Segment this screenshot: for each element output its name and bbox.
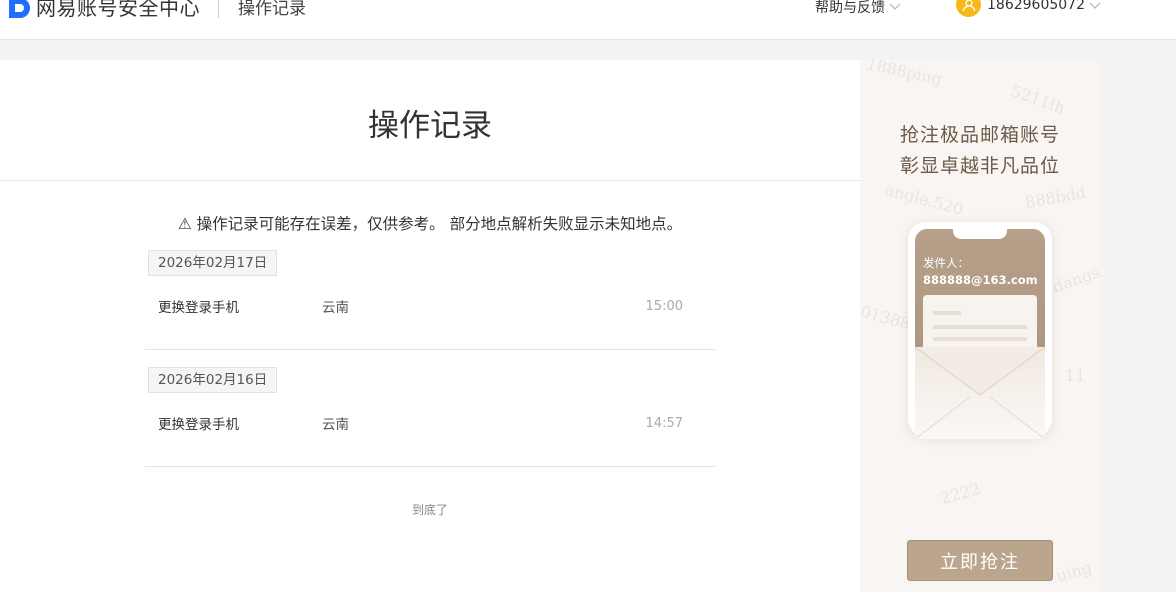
record-group: 2026年02月17日 更换登录手机 云南 15:00 — [145, 250, 715, 350]
watermark-text: uing — [1054, 557, 1094, 586]
record-time: 15:00 — [645, 299, 683, 314]
netease-logo-icon — [8, 0, 32, 19]
record-time: 14:57 — [645, 416, 683, 431]
register-now-button[interactable]: 立即抢注 — [907, 540, 1053, 581]
phone-screen: 发件人： 888888@163.com — [915, 229, 1045, 439]
record-group: 2026年02月16日 更换登录手机 云南 14:57 — [145, 367, 715, 467]
header-divider — [218, 0, 219, 18]
page-title: 操作记录 — [368, 108, 492, 144]
top-navigation-bar: 网易账号安全中心 操作记录 帮助与反馈 18629605072 — [0, 0, 1176, 40]
user-avatar-icon — [956, 0, 981, 17]
help-feedback-menu[interactable]: 帮助与反馈 — [815, 0, 901, 17]
watermark-text: 01388 — [860, 301, 913, 334]
phone-notch — [953, 229, 1007, 239]
sender-email: 888888@163.com — [923, 273, 1038, 287]
promo-banner[interactable]: 1888ping 5211lh angle.520 888bdd dangs 0… — [860, 60, 1100, 592]
record-action: 更换登录手机 — [158, 300, 239, 316]
header-page-name: 操作记录 — [238, 0, 306, 19]
promo-slogan: 抢注极品邮箱账号 彰显卓越非凡品位 — [860, 120, 1100, 182]
watermark-text: 11 — [1065, 366, 1086, 385]
envelope-illustration — [915, 346, 1045, 439]
watermark-text: 5211lh — [1008, 80, 1068, 119]
main-content-card: 操作记录 ⚠ 操作记录可能存在误差，仅供参考。 部分地点解析失败显示未知地点。 … — [0, 60, 860, 592]
list-end-text: 到底了 — [411, 503, 448, 517]
sender-label: 发件人： — [923, 256, 969, 270]
letter-line — [933, 311, 961, 315]
promo-slogan-line: 抢注极品邮箱账号 — [899, 124, 1060, 146]
operation-record-list: 2026年02月17日 更换登录手机 云南 15:00 2026年02月16日 … — [145, 250, 715, 467]
site-logo[interactable]: 网易账号安全中心 — [8, 0, 200, 21]
user-account-menu[interactable]: 18629605072 — [956, 0, 1101, 17]
watermark-text: 888bdd — [1023, 182, 1088, 213]
chevron-down-icon — [1089, 0, 1101, 14]
letter-line — [933, 325, 1027, 329]
record-location: 云南 — [322, 300, 349, 316]
help-feedback-label: 帮助与反馈 — [815, 0, 885, 16]
chevron-down-icon — [889, 0, 901, 15]
promo-slogan-line: 彰显卓越非凡品位 — [899, 155, 1060, 177]
letter-line — [933, 337, 1027, 341]
watermark-text: 1888ping — [864, 60, 944, 89]
record-location: 云南 — [322, 417, 349, 433]
watermark-text: 2222 — [938, 479, 983, 508]
record-date: 2026年02月17日 — [148, 250, 278, 276]
phone-illustration: 发件人： 888888@163.com — [908, 222, 1052, 439]
brand-name: 网易账号安全中心 — [36, 0, 200, 20]
record-action: 更换登录手机 — [158, 417, 239, 433]
watermark-text: angle.520 — [882, 179, 966, 220]
watermark-text: dangs — [1050, 262, 1100, 297]
record-date: 2026年02月16日 — [148, 367, 278, 393]
user-phone-number: 18629605072 — [987, 0, 1085, 13]
title-divider — [0, 180, 860, 181]
notice-text: ⚠ 操作记录可能存在误差，仅供参考。 部分地点解析失败显示未知地点。 — [177, 215, 683, 233]
